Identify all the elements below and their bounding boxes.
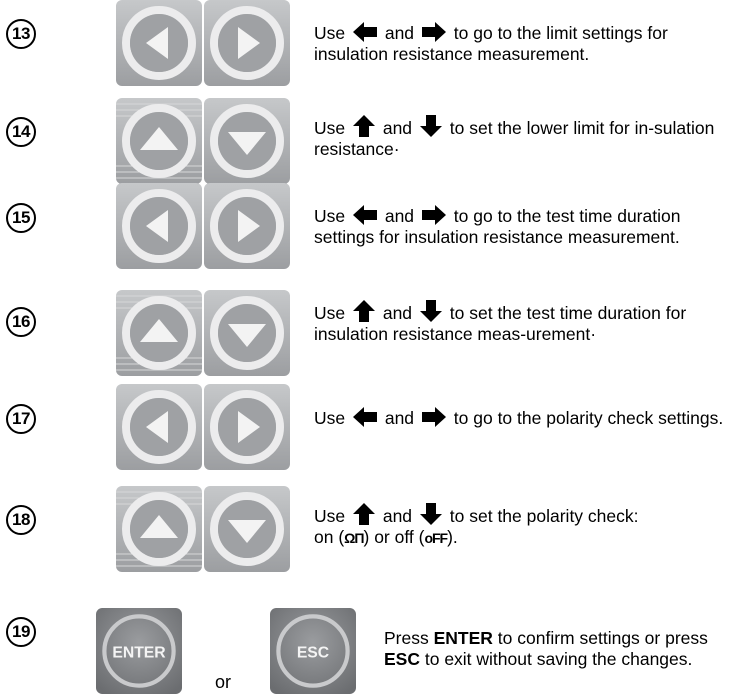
left-key-icon <box>116 0 202 86</box>
arrow-right-icon <box>422 407 446 427</box>
step-description: Use and to go to the test time duration … <box>314 205 681 247</box>
step-number: 14 <box>6 117 36 147</box>
step-number: 16 <box>6 307 36 337</box>
off-display-symbol: oFF <box>424 530 448 546</box>
arrow-up-icon <box>353 115 375 137</box>
arrow-left-icon <box>353 205 377 225</box>
up-key-icon <box>116 290 202 376</box>
left-key-icon <box>116 183 202 269</box>
arrow-left-icon <box>353 22 377 42</box>
right-key-icon <box>204 384 290 470</box>
arrow-down-icon <box>420 503 442 525</box>
arrow-up-icon <box>353 503 375 525</box>
step-description: Use and to go to the polarity check sett… <box>314 407 724 428</box>
step-description: Press ENTER to confirm settings or press… <box>384 628 708 669</box>
step-description: Use and to set the test time duration fo… <box>314 300 724 345</box>
right-key-icon <box>204 183 290 269</box>
enter-key-icon: ENTER <box>96 608 182 694</box>
step-number: 13 <box>6 19 36 49</box>
step-number: 19 <box>6 617 36 647</box>
arrow-down-icon <box>420 300 442 322</box>
arrow-up-icon <box>353 300 375 322</box>
arrow-right-icon <box>422 205 446 225</box>
step-description: Use and to set the lower limit for in-su… <box>314 115 724 160</box>
up-key-icon <box>116 98 202 184</box>
step-number: 17 <box>6 404 36 434</box>
step-description: Use and to set the polarity check: on (Ω… <box>314 503 724 549</box>
down-key-icon <box>204 98 290 184</box>
up-key-icon <box>116 486 202 572</box>
arrow-left-icon <box>353 407 377 427</box>
down-key-icon <box>204 290 290 376</box>
or-label: or <box>215 672 232 692</box>
svg-text:ESC: ESC <box>297 644 329 661</box>
arrow-down-icon <box>420 115 442 137</box>
on-display-symbol: ΩΠ <box>344 530 364 546</box>
step-number: 15 <box>6 203 36 233</box>
step-description: Use and to go to the limit settings for … <box>314 22 668 64</box>
down-key-icon <box>204 486 290 572</box>
esc-key-icon: ESC <box>270 608 356 694</box>
step-number: 18 <box>6 505 36 535</box>
left-key-icon <box>116 384 202 470</box>
arrow-right-icon <box>422 22 446 42</box>
svg-text:ENTER: ENTER <box>112 644 166 661</box>
right-key-icon <box>204 0 290 86</box>
